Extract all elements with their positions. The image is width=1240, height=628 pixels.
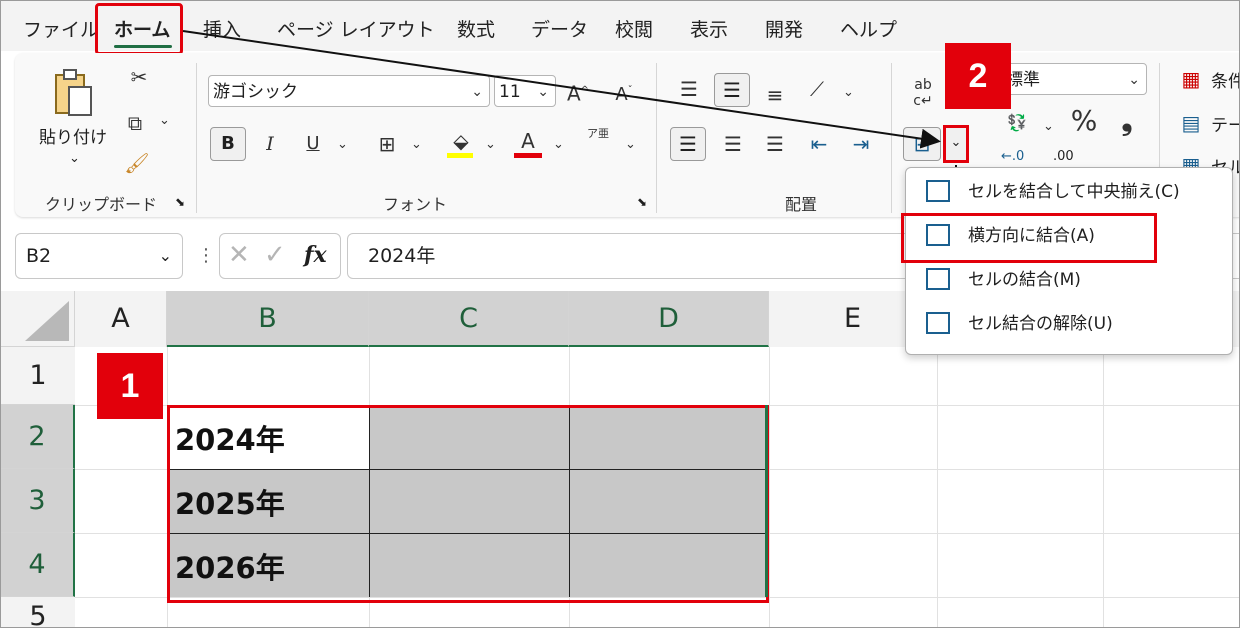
menu-item-merge-cells[interactable]: セルの結合(M) (906, 258, 1232, 302)
unmerge-icon (926, 312, 950, 334)
excel-window: ファイル ホーム 挿入 ページ レイアウト 数式 データ 校閲 表示 開発 ヘル… (0, 0, 1240, 628)
merge-cells-icon (926, 268, 950, 290)
merge-center-icon (926, 180, 950, 202)
highlight-merge-across (901, 213, 1157, 263)
menu-item-unmerge[interactable]: セル結合の解除(U) (906, 302, 1232, 346)
menu-item-label: セル結合の解除(U) (968, 314, 1113, 334)
menu-item-label: セルを結合して中央揃え(C) (968, 182, 1180, 202)
menu-item-label: セルの結合(M) (968, 270, 1081, 290)
arrow-home-to-merge (182, 30, 941, 149)
menu-item-merge-center[interactable]: セルを結合して中央揃え(C) (906, 170, 1232, 214)
